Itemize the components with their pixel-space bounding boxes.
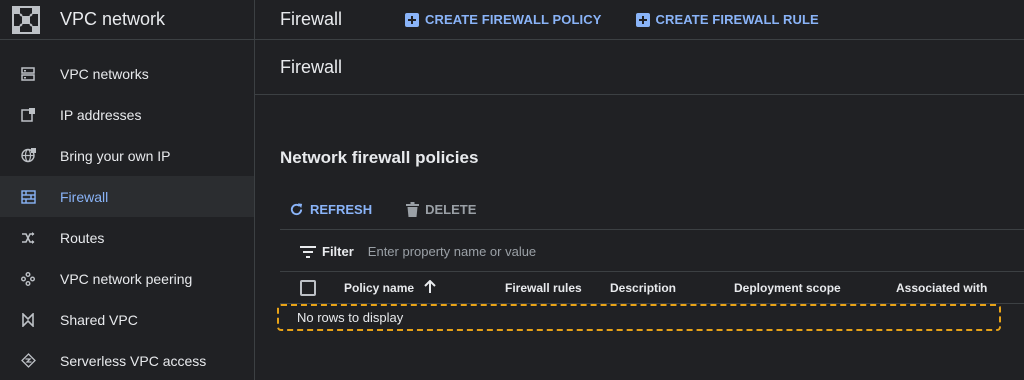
filter-icon	[300, 245, 316, 258]
sidebar-item-label: VPC networks	[60, 65, 149, 82]
sidebar-item-label: Routes	[60, 229, 105, 246]
sidebar: VPC network VPC networks IP addresses Br…	[0, 0, 255, 380]
header-title: Firewall	[280, 9, 343, 29]
table-header: Policy name Firewall rules Description D…	[280, 272, 1024, 304]
sidebar-item-routes[interactable]: Routes	[0, 217, 254, 258]
ip-address-icon	[20, 107, 36, 123]
add-box-icon	[405, 12, 419, 27]
refresh-icon	[290, 203, 303, 216]
column-header-firewall-rules[interactable]: Firewall rules	[505, 281, 582, 295]
sidebar-item-label: Shared VPC	[60, 311, 138, 328]
create-firewall-rule-label: CREATE FIREWALL RULE	[655, 12, 819, 27]
shared-vpc-icon	[20, 312, 36, 328]
sidebar-item-label: Firewall	[60, 188, 109, 205]
create-firewall-policy-button[interactable]: CREATE FIREWALL POLICY	[405, 12, 602, 27]
main-content: Firewall CREATE FIREWALL POLICY CREATE F…	[255, 0, 1024, 380]
sidebar-item-label: VPC network peering	[60, 270, 193, 287]
sidebar-item-shared-vpc[interactable]: Shared VPC	[0, 299, 254, 340]
column-header-description[interactable]: Description	[610, 281, 676, 295]
refresh-label: REFRESH	[310, 202, 373, 217]
sidebar-item-firewall[interactable]: Firewall	[0, 176, 254, 217]
globe-icon	[20, 148, 36, 164]
sidebar-item-ip-addresses[interactable]: IP addresses	[0, 94, 254, 135]
filter-bar: Filter	[280, 232, 1024, 272]
delete-button[interactable]: DELETE	[406, 202, 476, 217]
column-header-deployment-scope[interactable]: Deployment scope	[734, 281, 841, 295]
top-toolbar: Firewall CREATE FIREWALL POLICY CREATE F…	[255, 0, 1024, 40]
select-all-checkbox[interactable]	[300, 279, 316, 296]
arrow-up-icon	[424, 280, 436, 293]
sidebar-title: VPC network	[60, 9, 166, 29]
filter-input[interactable]	[367, 244, 768, 259]
column-header-policy-name[interactable]: Policy name	[344, 280, 436, 295]
trash-icon	[406, 202, 420, 217]
delete-label: DELETE	[425, 202, 477, 217]
sidebar-item-serverless-vpc-access[interactable]: Serverless VPC access	[0, 340, 254, 380]
peering-icon	[20, 271, 36, 287]
page-title: Firewall	[280, 56, 343, 77]
sidebar-item-bring-your-own-ip[interactable]: Bring your own IP	[0, 135, 254, 176]
column-policy-name-label: Policy name	[344, 281, 415, 295]
sidebar-item-vpc-network-peering[interactable]: VPC network peering	[0, 258, 254, 299]
sidebar-item-label: Serverless VPC access	[60, 352, 207, 369]
page-header: Firewall	[255, 40, 1024, 95]
firewall-icon	[20, 189, 36, 205]
empty-table-message: No rows to display	[277, 304, 1001, 331]
sidebar-header: VPC network	[0, 0, 254, 40]
create-firewall-rule-button[interactable]: CREATE FIREWALL RULE	[635, 12, 819, 27]
column-header-associated-with[interactable]: Associated with	[896, 281, 987, 295]
section-title: Network firewall policies	[280, 148, 479, 167]
filter-label: Filter	[322, 244, 354, 259]
create-firewall-policy-label: CREATE FIREWALL POLICY	[425, 12, 602, 27]
networks-icon	[20, 66, 36, 82]
sidebar-nav: VPC networks IP addresses Bring your own…	[0, 53, 254, 380]
add-box-icon	[635, 12, 650, 27]
vpc-logo-icon	[12, 5, 40, 34]
serverless-icon	[20, 353, 36, 369]
refresh-button[interactable]: REFRESH	[289, 202, 372, 217]
sidebar-item-label: IP addresses	[60, 106, 142, 123]
sidebar-item-vpc-networks[interactable]: VPC networks	[0, 53, 254, 94]
table-actions: REFRESH DELETE	[280, 190, 1024, 230]
sidebar-item-label: Bring your own IP	[60, 147, 171, 164]
routes-icon	[20, 230, 36, 246]
